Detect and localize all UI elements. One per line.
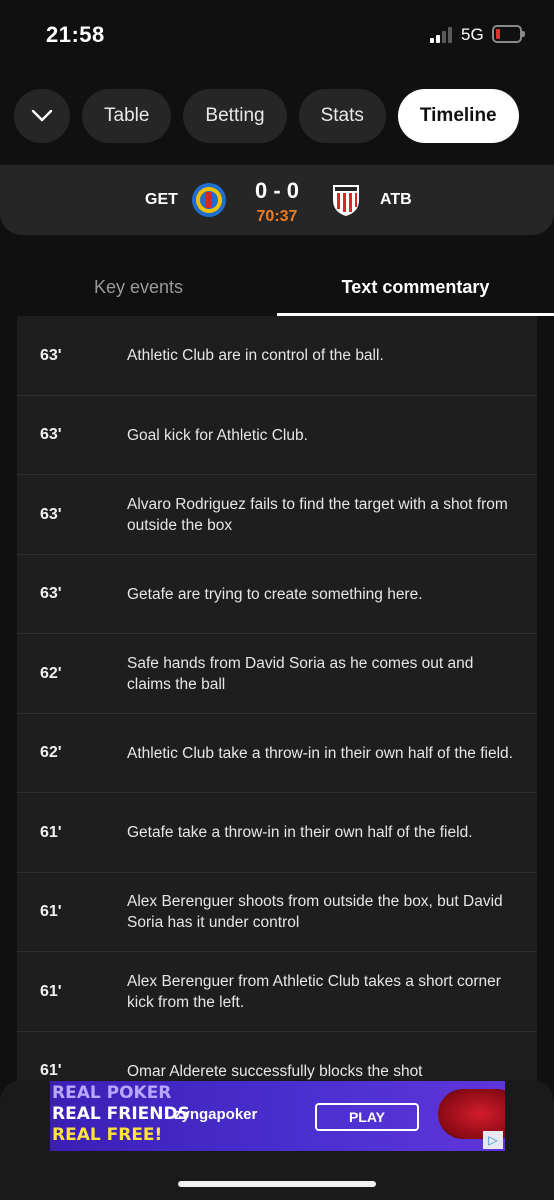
list-item: 63' Goal kick for Athletic Club. (17, 396, 537, 475)
chevron-down-icon (31, 109, 53, 122)
network-label: 5G (461, 25, 484, 44)
event-minute: 61' (40, 982, 62, 1000)
event-minute: 61' (40, 903, 62, 920)
timeline-subtabs: Key events Text commentary (0, 258, 554, 316)
event-text: Alex Berenguer from Athletic Club takes … (127, 972, 501, 1011)
event-text: Getafe take a throw-in in their own half… (127, 824, 473, 841)
away-crest-icon (333, 185, 359, 216)
event-minute: 63' (40, 585, 62, 602)
match-clock: 70:37 (256, 208, 298, 225)
score-header[interactable]: GET 0 - 0 70:37 ATB (0, 165, 554, 235)
list-item: 62' Athletic Club take a throw-in in thei… (17, 714, 537, 793)
event-minute: 62' (40, 664, 62, 682)
event-text: Getafe are trying to create something he… (127, 585, 423, 603)
event-text: Omar Alderete successfully blocks the sh… (127, 1062, 423, 1080)
status-time: 21:58 (46, 22, 105, 47)
event-minute: 63' (40, 426, 62, 443)
tab-key-events[interactable]: Key events (0, 258, 277, 316)
battery-icon (492, 25, 525, 43)
status-bar: 21:58 5G (0, 0, 554, 70)
home-indicator[interactable] (178, 1181, 376, 1187)
event-minute: 63' (40, 505, 62, 523)
event-text: Goal kick for Athletic Club. (127, 426, 308, 444)
collapse-button[interactable] (14, 89, 70, 143)
list-item: 63' Alvaro Rodriguez fails to find the ta… (17, 475, 537, 555)
list-item: 63' Getafe are trying to create something… (17, 555, 537, 634)
tab-text-commentary[interactable]: Text commentary (277, 258, 554, 316)
list-item: 62' Safe hands from David Soria as he com… (17, 634, 537, 714)
event-minute: 62' (40, 744, 62, 761)
signal-icon (430, 27, 454, 43)
adchoices-icon[interactable]: ▷ (483, 1131, 503, 1149)
list-item: 61' Getafe take a throw-in in their own h… (17, 793, 537, 873)
ad-line-1: REAL POKER (52, 1083, 172, 1103)
event-text: Alvaro Rodriguez fails to find the targe… (127, 495, 508, 534)
tab-betting[interactable]: Betting (183, 89, 287, 143)
event-text: Safe hands from David Soria as he comes … (127, 654, 474, 693)
commentary-list[interactable]: 63' Athletic Club are in control of the b… (17, 316, 537, 1086)
home-team-code: GET (145, 191, 178, 208)
ad-line-2: REAL FRIENDS (52, 1104, 190, 1124)
list-item: 61' Omar Alderete successfully blocks the… (17, 1032, 537, 1087)
list-item: 61' Alex Berenguer from Athletic Club tak… (17, 952, 537, 1032)
list-item: 61' Alex Berenguer shoots from outside th… (17, 873, 537, 952)
tab-timeline[interactable]: Timeline (397, 89, 519, 143)
match-tabs: Table Betting Stats Timeline (14, 89, 519, 145)
away-team-code: ATB (380, 191, 412, 208)
ad-line-3: REAL FREE! (52, 1125, 163, 1145)
ad-banner[interactable]: REAL POKER REAL FRIENDS REAL FREE! zynga… (50, 1081, 505, 1151)
ad-headline: REAL POKER REAL FRIENDS REAL FREE! (52, 1083, 190, 1146)
score: 0 - 0 (254, 178, 300, 203)
ad-play-button[interactable]: PLAY (315, 1103, 419, 1131)
list-item: 63' Athletic Club are in control of the b… (17, 316, 537, 396)
event-minute: 61' (40, 823, 62, 841)
tab-stats[interactable]: Stats (298, 89, 386, 143)
ad-brand-logo: zyngapoker (174, 1106, 258, 1123)
event-minute: 63' (40, 346, 62, 364)
tab-table[interactable]: Table (82, 89, 172, 143)
event-minute: 61' (40, 1062, 62, 1079)
event-text: Alex Berenguer shoots from outside the b… (127, 893, 503, 931)
event-text: Athletic Club are in control of the ball… (127, 347, 384, 364)
event-text: Athletic Club take a throw-in in their o… (127, 744, 513, 762)
home-crest-icon (192, 183, 226, 217)
